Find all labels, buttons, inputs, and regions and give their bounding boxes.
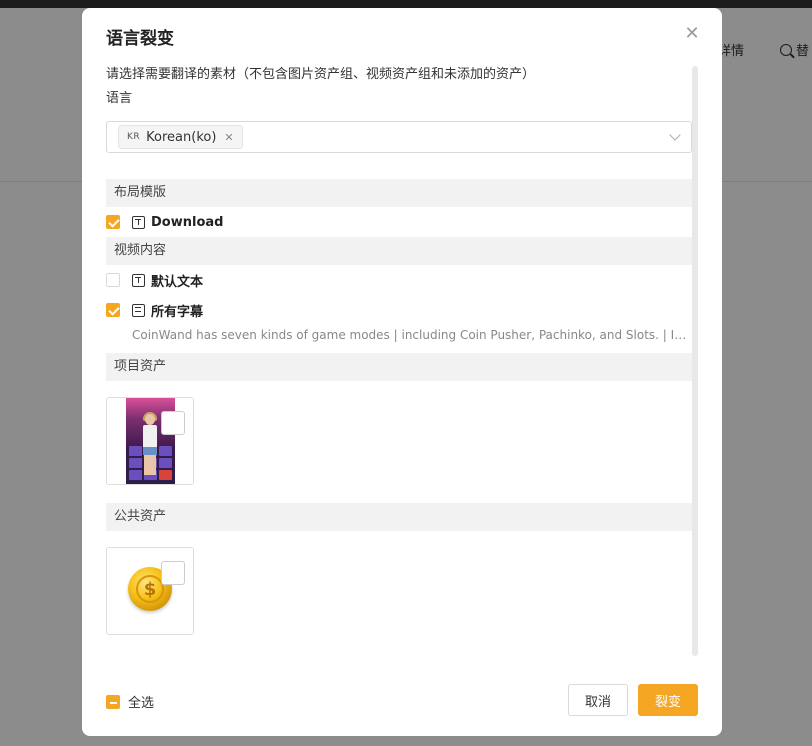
cancel-button[interactable]: 取消	[568, 684, 628, 716]
language-fission-modal: 语言裂变 ✕ 请选择需要翻译的素材（不包含图片资产组、视频资产组和未添加的资产）…	[82, 8, 722, 736]
video-item-default-text[interactable]: 默认文本	[106, 265, 692, 295]
checkbox-default-text[interactable]	[106, 273, 120, 287]
section-project-assets: 项目资产	[106, 353, 692, 381]
fission-confirm-button[interactable]: 裂变	[638, 684, 698, 716]
public-asset-card[interactable]: $	[106, 547, 194, 635]
language-tag: KR Korean(ko) ✕	[118, 125, 243, 149]
person-figure	[141, 412, 159, 478]
layout-item-download[interactable]: Download	[106, 207, 692, 237]
subtitle-icon	[132, 303, 145, 317]
video-item-label: 默认文本	[151, 274, 204, 290]
select-all-label: 全选	[128, 696, 155, 711]
text-icon	[132, 273, 145, 287]
tag-remove-icon[interactable]: ✕	[224, 131, 233, 144]
text-icon	[132, 215, 145, 229]
project-asset-card[interactable]	[106, 397, 194, 485]
section-layout-template: 布局模版	[106, 179, 692, 207]
chevron-down-icon[interactable]	[669, 129, 681, 141]
public-assets-list: $	[106, 531, 692, 635]
close-icon[interactable]: ✕	[684, 25, 700, 43]
modal-description: 请选择需要翻译的素材（不包含图片资产组、视频资产组和未添加的资产）	[106, 67, 536, 82]
asset-checkbox[interactable]	[161, 411, 185, 435]
checkbox-download[interactable]	[106, 215, 120, 229]
language-label: 语言	[106, 91, 133, 106]
subtitle-preview-text: CoinWand has seven kinds of game modes |…	[132, 328, 692, 342]
video-item-all-subtitles[interactable]: 所有字幕	[106, 295, 692, 325]
flag-icon: KR	[127, 132, 141, 142]
asset-checkbox[interactable]	[161, 561, 185, 585]
modal-body[interactable]: 请选择需要翻译的素材（不包含图片资产组、视频资产组和未添加的资产） 语言 KR …	[106, 66, 692, 666]
checkbox-select-all[interactable]	[106, 694, 120, 709]
language-select[interactable]: KR Korean(ko) ✕	[106, 121, 692, 153]
video-item-label: 所有字幕	[151, 304, 204, 320]
layout-item-label: Download	[151, 214, 224, 230]
checkbox-all-subtitles[interactable]	[106, 303, 120, 317]
select-all[interactable]: 全选	[106, 692, 154, 711]
section-video-content: 视频内容	[106, 237, 692, 265]
section-public-assets: 公共资产	[106, 503, 692, 531]
language-tag-label: Korean(ko)	[146, 129, 217, 145]
modal-scrollbar[interactable]	[692, 66, 698, 656]
project-assets-list	[106, 381, 692, 485]
modal-title: 语言裂变	[106, 29, 174, 49]
